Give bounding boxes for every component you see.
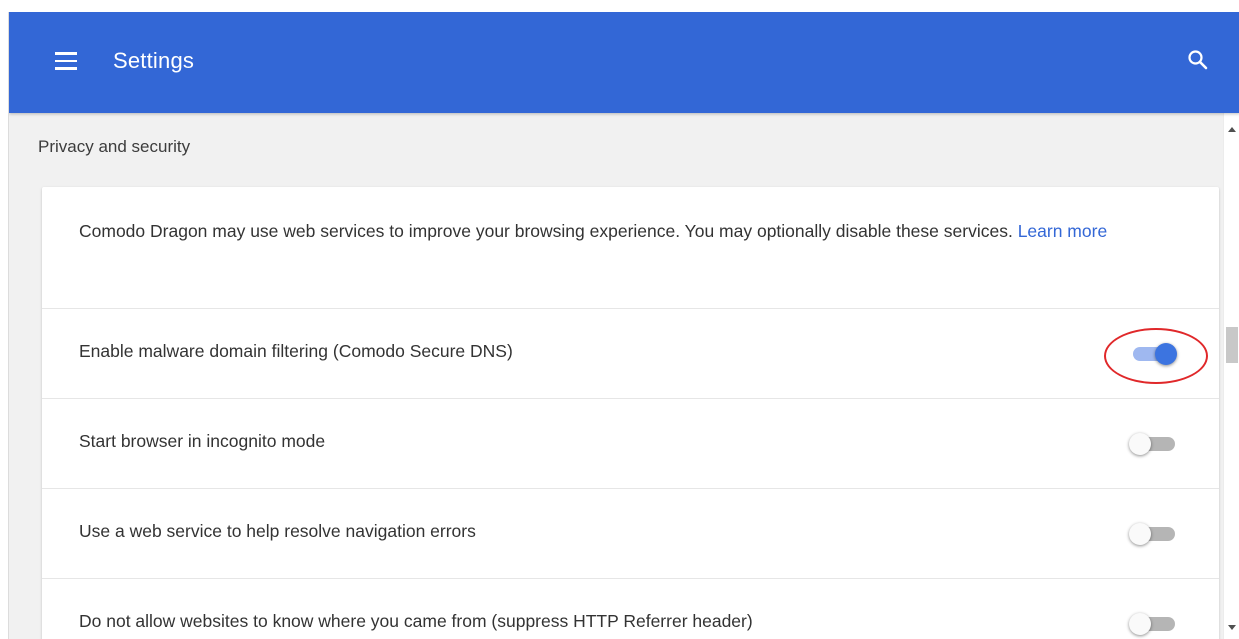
setting-row-malware-filtering: Enable malware domain filtering (Comodo … xyxy=(42,308,1219,398)
privacy-description: Comodo Dragon may use web services to im… xyxy=(79,214,1179,249)
section-title: Privacy and security xyxy=(38,137,191,156)
settings-window: Settings Privacy and security Comodo Dra… xyxy=(8,12,1239,639)
scroll-up-arrow-icon[interactable] xyxy=(1228,127,1236,132)
incognito-mode-toggle[interactable] xyxy=(1125,433,1177,455)
scroll-down-arrow-icon[interactable] xyxy=(1228,625,1236,630)
toggle-knob xyxy=(1155,343,1177,365)
toggle-knob xyxy=(1129,523,1151,545)
vertical-scrollbar[interactable] xyxy=(1223,113,1239,639)
settings-toolbar: Settings xyxy=(9,12,1239,113)
privacy-description-text: Comodo Dragon may use web services to im… xyxy=(79,221,1013,241)
setting-label: Do not allow websites to know where you … xyxy=(79,611,753,631)
hamburger-menu-icon[interactable] xyxy=(55,52,77,70)
navigation-errors-toggle[interactable] xyxy=(1125,523,1177,545)
setting-row-incognito: Start browser in incognito mode xyxy=(42,398,1219,488)
toggle-knob xyxy=(1129,433,1151,455)
scrollbar-thumb[interactable] xyxy=(1226,327,1238,363)
suppress-referrer-toggle[interactable] xyxy=(1125,613,1177,635)
privacy-settings-card: Comodo Dragon may use web services to im… xyxy=(42,187,1219,639)
malware-filtering-toggle[interactable] xyxy=(1125,343,1177,365)
settings-content: Privacy and security Comodo Dragon may u… xyxy=(9,113,1224,639)
setting-label: Start browser in incognito mode xyxy=(79,431,326,451)
setting-row-suppress-referrer: Do not allow websites to know where you … xyxy=(42,578,1219,639)
search-icon[interactable] xyxy=(1186,48,1210,72)
page-title: Settings xyxy=(113,48,195,73)
toggle-knob xyxy=(1129,613,1151,635)
setting-label: Use a web service to help resolve naviga… xyxy=(79,521,476,541)
setting-label: Enable malware domain filtering (Comodo … xyxy=(79,341,513,361)
setting-row-navigation-errors: Use a web service to help resolve naviga… xyxy=(42,488,1219,578)
learn-more-link[interactable]: Learn more xyxy=(1018,221,1108,241)
